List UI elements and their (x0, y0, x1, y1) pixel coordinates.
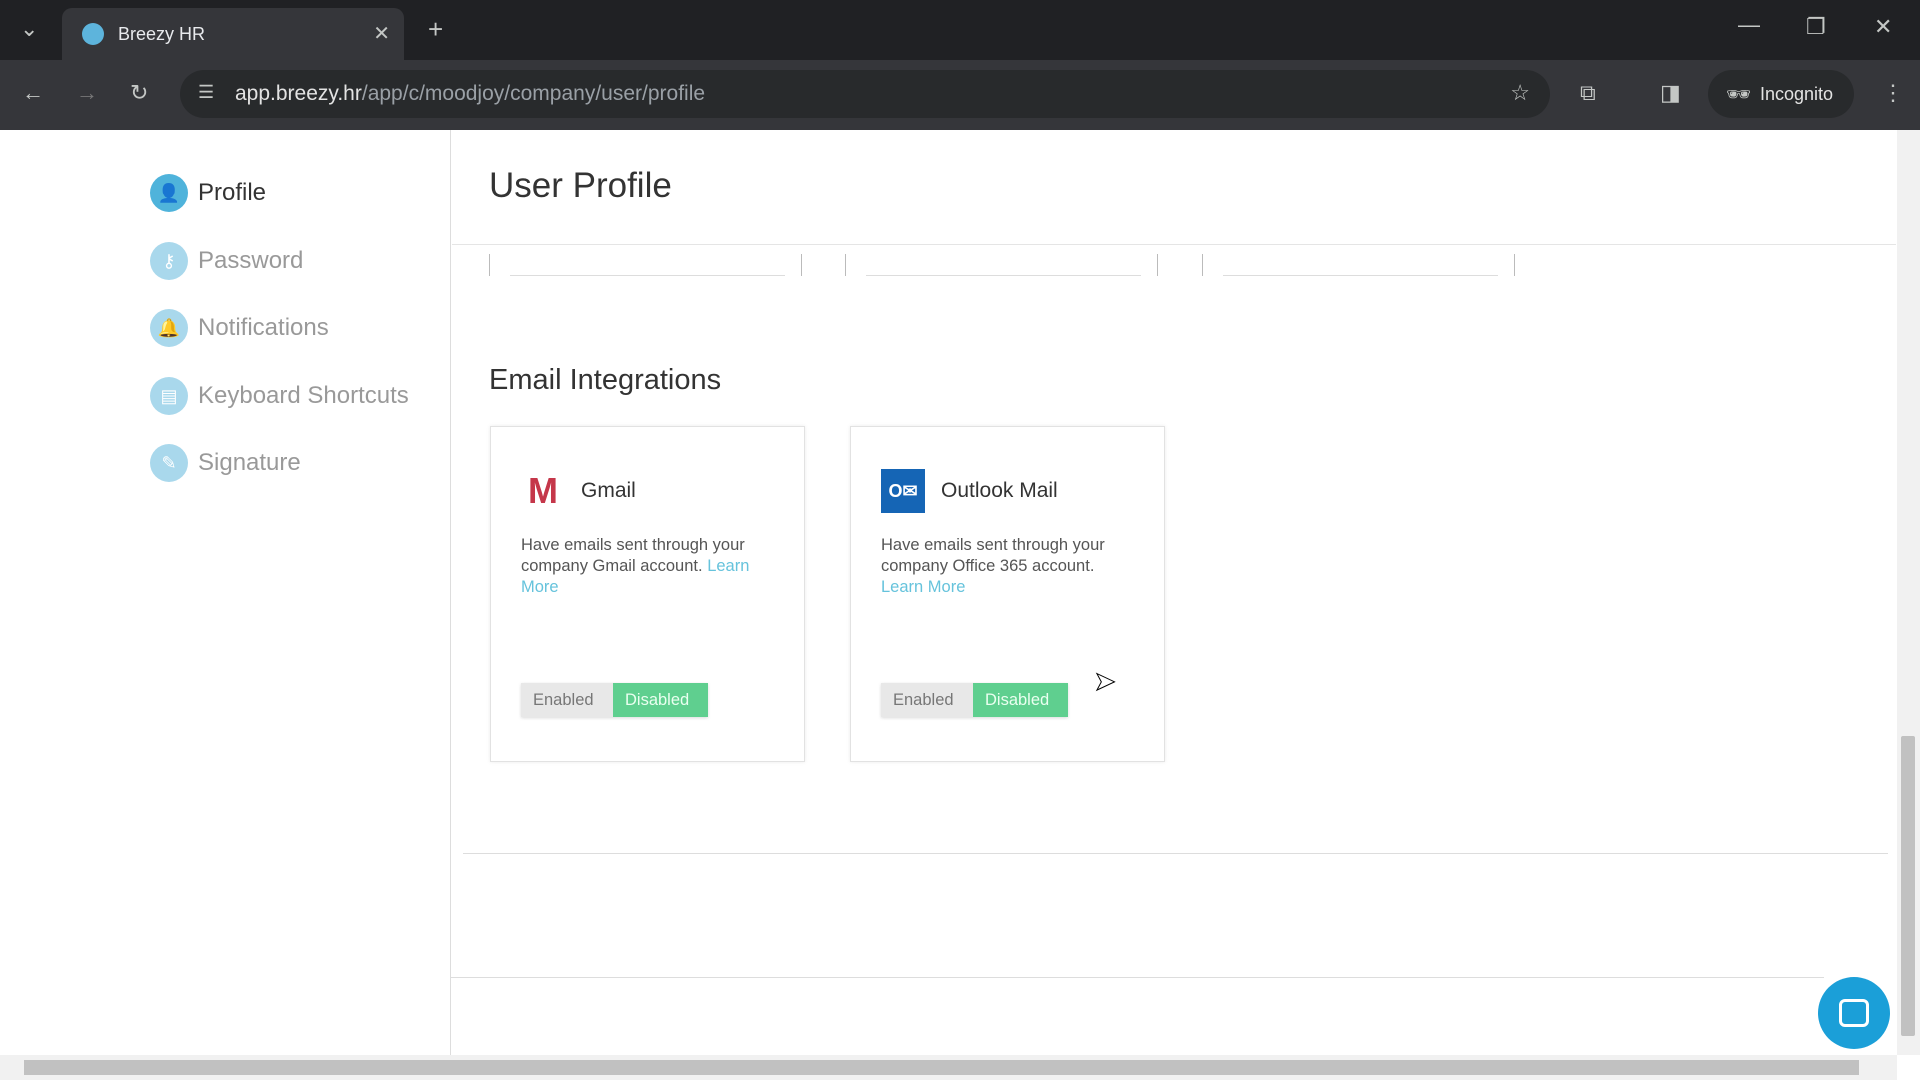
site-info-icon[interactable]: ☰ (198, 82, 214, 103)
sidebar-item-signature[interactable]: ✎ Signature (150, 444, 301, 482)
vertical-scrollbar[interactable] (1897, 130, 1920, 1055)
divider (463, 853, 1888, 854)
outlook-logo-icon: O✉ (881, 469, 925, 513)
scroll-thumb[interactable] (1901, 736, 1915, 1036)
sidebar-item-label: Signature (198, 449, 301, 476)
url-host: app.breezy.hr (235, 82, 362, 105)
outlook-toggle[interactable]: Enabled Disabled (881, 683, 1068, 717)
key-icon: ⚷ (150, 242, 188, 280)
header-divider (452, 244, 1896, 245)
integration-description: Have emails sent through your company Of… (881, 536, 1105, 575)
sidebar-item-notifications[interactable]: 🔔 Notifications (150, 309, 329, 347)
menu-icon[interactable]: ⋮ (1882, 80, 1904, 106)
gmail-integration-card: M Gmail Have emails sent through your com… (490, 426, 805, 762)
forward-icon[interactable]: → (76, 80, 98, 106)
bell-icon: 🔔 (150, 309, 188, 347)
learn-more-link[interactable]: Learn More (881, 578, 965, 596)
partial-card (845, 254, 1158, 276)
partial-card (489, 254, 802, 276)
incognito-icon: 🕶 (1726, 84, 1752, 106)
tab-title: Breezy HR (118, 23, 206, 44)
user-icon: 👤 (150, 174, 188, 212)
sidebar-item-label: Keyboard Shortcuts (198, 382, 409, 409)
enabled-option[interactable]: Enabled (521, 683, 613, 717)
pen-icon: ✎ (150, 444, 188, 482)
tab-search-icon[interactable]: ⌄ (20, 16, 38, 42)
close-window-icon[interactable]: ✕ (1874, 14, 1892, 40)
sidebar-item-profile[interactable]: 👤 Profile (150, 174, 266, 212)
browser-tab[interactable]: Breezy HR ✕ (62, 8, 404, 60)
sidebar-item-label: Password (198, 247, 304, 274)
gmail-toggle[interactable]: Enabled Disabled (521, 683, 708, 717)
keyboard-icon: ▤ (150, 377, 188, 415)
new-tab-icon[interactable]: + (428, 14, 443, 45)
close-tab-icon[interactable]: ✕ (373, 21, 390, 46)
disabled-option[interactable]: Disabled (613, 683, 708, 717)
sidebar-item-label: Notifications (198, 314, 329, 341)
horizontal-scrollbar[interactable] (0, 1055, 1897, 1080)
back-icon[interactable]: ← (22, 80, 44, 106)
partial-card (1202, 254, 1515, 276)
url-path: /app/c/moodjoy/company/user/profile (361, 82, 706, 105)
page-title: User Profile (489, 166, 672, 205)
address-bar-row: ← → ↻ ☰ app.breezy.hr/app/c/moodjoy/comp… (0, 60, 1920, 130)
bookmark-star-icon[interactable]: ☆ (1510, 80, 1530, 106)
scroll-thumb[interactable] (24, 1060, 1859, 1075)
sidebar-item-keyboard-shortcuts[interactable]: ▤ Keyboard Shortcuts (150, 377, 409, 415)
minimize-icon[interactable]: — (1738, 12, 1760, 38)
chat-icon (1839, 999, 1869, 1027)
divider (451, 977, 1824, 978)
sidebar-item-password[interactable]: ⚷ Password (150, 242, 303, 280)
settings-sidebar: 👤 Profile ⚷ Password 🔔 Notifications ▤ Keybo… (0, 130, 451, 1055)
chat-support-button[interactable] (1818, 977, 1890, 1049)
tab-bar: ⌄ Breezy HR ✕ + — ❐ ✕ (0, 0, 1920, 60)
side-panel-icon[interactable]: ◨ (1660, 80, 1681, 106)
section-title: Email Integrations (489, 364, 722, 396)
restore-icon[interactable]: ❐ (1806, 14, 1826, 40)
gmail-logo-icon: M (528, 470, 558, 511)
integration-name: Outlook Mail (941, 479, 1058, 502)
outlook-integration-card: O✉ Outlook Mail Have emails sent through … (850, 426, 1165, 762)
enabled-option[interactable]: Enabled (881, 683, 973, 717)
incognito-label: Incognito (1760, 83, 1834, 104)
sidebar-item-label: Profile (198, 179, 267, 206)
mouse-cursor-icon: ➤ (1094, 666, 1117, 697)
disabled-option[interactable]: Disabled (973, 683, 1068, 717)
extensions-icon[interactable]: ⧉ (1580, 80, 1596, 106)
integration-name: Gmail (581, 479, 636, 502)
incognito-badge[interactable]: 🕶 Incognito (1708, 70, 1854, 118)
breezy-favicon (82, 23, 104, 45)
url-field[interactable]: ☰ app.breezy.hr/app/c/moodjoy/company/us… (180, 70, 1550, 118)
reload-icon[interactable]: ↻ (130, 80, 148, 106)
